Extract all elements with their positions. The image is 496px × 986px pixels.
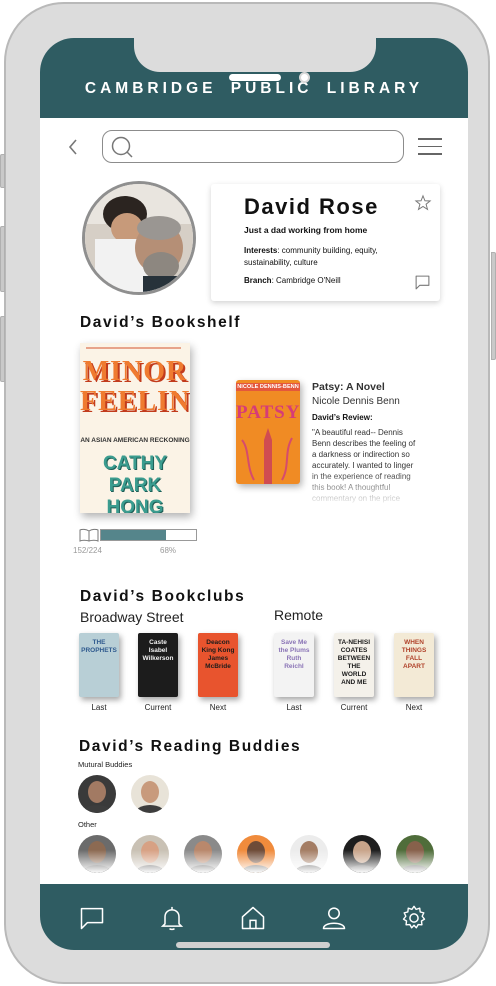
other-buddy-avatar[interactable] bbox=[131, 835, 169, 873]
cover-subtitle: AN ASIAN AMERICAN RECKONING bbox=[80, 437, 190, 444]
club-book-title: Deacon King Kong James McBride bbox=[201, 639, 235, 670]
other-buddies-label: Other bbox=[78, 820, 97, 829]
club-book-status: Next bbox=[405, 703, 423, 712]
cover-title: MINOR FEELINGS bbox=[80, 356, 190, 417]
club-book-cover[interactable]: WHEN THINGS FALL APART bbox=[394, 633, 434, 697]
nav-settings[interactable] bbox=[400, 904, 428, 932]
club-book-title: TA-NEHISI COATES BETWEEN THE WORLD AND M… bbox=[337, 639, 371, 686]
percent-read: 68% bbox=[160, 546, 177, 555]
cover-illustration bbox=[241, 428, 293, 484]
cover-author: CATHY PARK HONG bbox=[102, 453, 168, 513]
review-label: David’s Review: bbox=[312, 413, 373, 422]
profile-tagline: Just a dad working from home bbox=[244, 225, 368, 235]
cover-blurb-lines bbox=[86, 347, 184, 349]
club-book-status: Current bbox=[144, 703, 172, 712]
club-book-cover[interactable]: Caste Isabel Wilkerson bbox=[138, 633, 178, 697]
club-book-cover[interactable]: Save Me the Plums Ruth Reichl bbox=[274, 633, 314, 697]
search-bar[interactable] bbox=[102, 130, 404, 163]
club-book-status: Current bbox=[340, 703, 368, 712]
pages-read: 152/224 bbox=[73, 546, 102, 555]
other-buddy-avatar[interactable] bbox=[78, 835, 116, 873]
club-book-cover[interactable]: THE PROPHETS bbox=[79, 633, 119, 697]
search-icon bbox=[111, 136, 133, 158]
club-name-broadway: Broadway Street bbox=[80, 609, 184, 625]
user-icon bbox=[322, 907, 346, 930]
search-input[interactable] bbox=[139, 136, 394, 156]
club-book-status: Next bbox=[209, 703, 227, 712]
bottom-nav bbox=[40, 884, 468, 950]
club-book-title: WHEN THINGS FALL APART bbox=[401, 639, 427, 670]
nav-messages[interactable] bbox=[78, 904, 106, 932]
review-text: "A beautiful read-- Dennis Benn describe… bbox=[312, 428, 416, 503]
profile-interests: Interests: community building, equity, s… bbox=[244, 246, 378, 267]
open-book-icon bbox=[79, 528, 99, 542]
bookclubs-heading: David’s Bookclubs bbox=[80, 588, 246, 605]
message-button[interactable] bbox=[414, 274, 431, 296]
app-title: CAMBRIDGE PUBLIC LIBRARY bbox=[84, 80, 424, 97]
volume-up-button bbox=[0, 226, 5, 292]
club-book-cover[interactable]: TA-NEHISI COATES BETWEEN THE WORLD AND M… bbox=[334, 633, 374, 697]
reading-progress-button[interactable] bbox=[79, 528, 99, 547]
club-book-status: Last bbox=[91, 703, 107, 712]
other-buddy-avatar[interactable] bbox=[396, 835, 434, 873]
chat-icon bbox=[415, 275, 430, 290]
other-buddy-avatar[interactable] bbox=[237, 835, 275, 873]
featured-book-title: Patsy: A Novel bbox=[312, 381, 385, 393]
bookshelf-heading: David’s Bookshelf bbox=[80, 314, 241, 331]
club-book-title: THE PROPHETS bbox=[81, 639, 117, 654]
mutual-buddy-avatar[interactable] bbox=[131, 775, 169, 813]
speaker-grille bbox=[229, 74, 281, 81]
mutual-buddies-label: Mutural Buddies bbox=[78, 760, 133, 769]
featured-book-info: Patsy: A Novel Nicole Dennis Benn David’… bbox=[312, 381, 420, 507]
club-name-remote: Remote bbox=[274, 607, 324, 623]
nav-home[interactable] bbox=[239, 904, 267, 932]
back-button[interactable] bbox=[66, 136, 86, 158]
profile-photo bbox=[85, 184, 193, 292]
reading-progress-bar bbox=[100, 529, 197, 541]
gear-icon bbox=[402, 905, 426, 929]
featured-book-author: Nicole Dennis Benn bbox=[312, 396, 400, 407]
nav-notifications[interactable] bbox=[158, 904, 186, 932]
favorite-button[interactable] bbox=[414, 194, 432, 217]
home-indicator bbox=[176, 942, 330, 948]
volume-down-button bbox=[0, 316, 5, 382]
app-screen: CAMBRIDGE PUBLIC LIBRARY David Rose Just… bbox=[40, 38, 468, 950]
mutual-buddy-avatar[interactable] bbox=[78, 775, 116, 813]
featured-book-cover[interactable]: NICOLE DENNIS-BENN PATSY bbox=[236, 380, 300, 484]
chevron-left-icon bbox=[68, 139, 77, 155]
current-book-cover[interactable]: MINOR FEELINGS AN ASIAN AMERICAN RECKONI… bbox=[80, 343, 190, 513]
bell-icon bbox=[160, 906, 184, 931]
club-book-status: Last bbox=[286, 703, 302, 712]
profile-avatar bbox=[82, 181, 196, 295]
other-buddy-avatar[interactable] bbox=[184, 835, 222, 873]
front-camera bbox=[299, 72, 310, 83]
buddies-heading: David’s Reading Buddies bbox=[79, 738, 302, 755]
phone-frame: CAMBRIDGE PUBLIC LIBRARY David Rose Just… bbox=[0, 2, 496, 984]
club-book-title: Save Me the Plums Ruth Reichl bbox=[278, 639, 310, 670]
club-book-cover[interactable]: Deacon King Kong James McBride bbox=[198, 633, 238, 697]
chat-icon bbox=[80, 907, 104, 930]
hamburger-icon bbox=[418, 138, 442, 155]
power-button bbox=[491, 252, 496, 360]
home-icon bbox=[241, 906, 265, 930]
progress-fill bbox=[101, 530, 166, 540]
profile-card: David Rose Just a dad working from home … bbox=[211, 184, 440, 301]
profile-name: David Rose bbox=[244, 194, 379, 219]
menu-button[interactable] bbox=[418, 138, 442, 155]
profile-branch: Branch: Cambridge O'Neill bbox=[244, 276, 341, 285]
star-icon bbox=[414, 194, 432, 211]
nav-profile[interactable] bbox=[320, 904, 348, 932]
mute-switch bbox=[0, 154, 5, 188]
other-buddy-avatar[interactable] bbox=[290, 835, 328, 873]
club-book-title: Caste Isabel Wilkerson bbox=[142, 639, 174, 662]
phone-notch bbox=[134, 38, 376, 72]
other-buddy-avatar[interactable] bbox=[343, 835, 381, 873]
